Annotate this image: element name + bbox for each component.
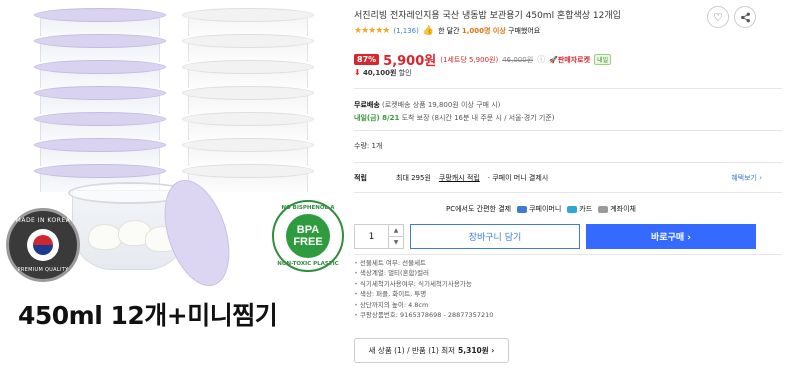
thumbs-up-icon: 👍 [422,26,435,36]
extra-discount-amount: 40,100원 [362,69,397,77]
quantity-stepper[interactable]: 1 ▲ ▼ [354,224,404,249]
free-shipping-row: 무료배송 (로켓배송 상품 19,800원 이상 구매 시) [354,100,500,110]
divider [354,88,782,89]
heart-icon: ♡ [713,10,723,24]
price-row: 87% 5,900원 (1세트당 5,900원) 46,000원 ⓘ 🚀판매자로… [354,50,612,69]
unit-price: (1세트당 5,900원) [440,55,499,64]
decrease-qty-button[interactable]: ▼ [389,237,403,248]
divider [354,192,782,193]
other-sellers-price: 5,310원 › [458,346,495,355]
wishlist-button[interactable]: ♡ [707,6,729,28]
spec-list: 선물세트 여부: 선물세트 색상계열: 멀티(혼합)컬러 식기세척기사용여부: … [354,258,493,320]
list-item: 색상계열: 멀티(혼합)컬러 [354,268,493,278]
rating-row: ★★★★★ (1,136) 👍 한 달간 1,000명 이상 구매했어요 [354,26,540,36]
purchase-count-text: 한 달간 1,000명 이상 구매했어요 [438,27,541,35]
extra-discount: ⬇ 40,100원 할인 [354,68,412,78]
badge-korea-bottom-text: PREMIUM QUALITY [17,267,69,273]
korea-flag-icon [27,229,59,261]
divider [354,254,782,255]
free-shipping-condition: (로켓배송 상품 19,800원 이상 구매 시) [382,101,501,109]
divider [354,162,782,163]
card-icon [567,205,578,213]
payment-label: PC에서도 간편한 결제 [446,205,512,213]
points-max: 최대 295원 [396,174,431,182]
benefits-link[interactable]: 혜택보기 › [731,173,762,183]
bpa-leaf-icon: BPA FREE [286,214,330,258]
review-count-link[interactable]: (1,136) [393,27,419,35]
increase-qty-button[interactable]: ▲ [389,225,403,237]
bpa-text: BPA [296,224,320,236]
star-rating: ★★★★★ [354,26,390,36]
divider [354,130,782,131]
delivery-cutoff: (8시간 16분 내 주문 시 / 서울⋅경기 기준) [431,114,555,122]
dumpling [88,224,122,250]
discount-badge: 87% [354,54,380,65]
rocket-label: 🚀판매자로켓 [549,55,591,64]
coupay-money-method: 쿠페이머니 [517,204,561,214]
list-item: 선물세트 여부: 선물세트 [354,258,493,268]
sale-price: 5,900원 [383,54,437,69]
white-container-stack [178,8,318,192]
bpa-free-badge: NO BISPHENOL-A BPA FREE NON-TOXIC PLASTI… [272,200,344,272]
tomorrow-tag: 내일 [594,54,612,65]
image-caption: 450ml 12개+미니찜기 [18,301,278,330]
other-sellers-label: 새 상품 (1) / 반품 (1) 최저 [368,346,456,355]
product-image: MADE IN KOREA PREMIUM QUALITY NO BISPHEN… [0,0,345,368]
other-sellers-button[interactable]: 새 상품 (1) / 반품 (1) 최저 5,310원 › [354,338,509,363]
free-text: FREE [293,236,323,248]
quantity-label: 수량: 1개 [354,142,383,150]
list-item: 색상: 퍼플, 화이트, 투명 [354,289,493,299]
made-in-korea-badge: MADE IN KOREA PREMIUM QUALITY [6,208,80,282]
share-button[interactable] [734,6,756,28]
info-icon[interactable]: ⓘ [537,54,545,65]
list-item: 식기세척기사용여부: 식기세척기사용가능 [354,279,493,289]
buy-now-button[interactable]: 바로구매 › [586,224,756,249]
payment-row: PC에서도 간편한 결제 쿠페이머니 카드 계좌이체 [446,204,636,214]
bank-icon [598,205,609,213]
bpa-bottom-text: NON-TOXIC PLASTIC [277,261,339,267]
points-label: 적립 [354,174,367,182]
delivery-date: 내일(금) 8/21 [354,114,400,122]
add-to-cart-button[interactable]: 장바구니 담기 [410,224,580,249]
coupang-cash-link[interactable]: 쿠팡캐시 적립 [439,173,480,183]
coupay-icon [517,205,528,213]
bank-transfer-method: 계좌이체 [598,204,636,214]
card-method: 카드 [567,204,592,214]
delivery-guarantee: 도착 보장 [401,114,430,122]
coupay-text: · 쿠페이 머니 결제시 [487,174,549,182]
list-item: 쿠팡상품번호: 9165378698 - 28877357210 [354,310,493,320]
share-icon [740,12,750,22]
purple-container-stack [30,8,170,192]
extra-discount-label: 할인 [398,69,412,77]
bpa-top-text: NO BISPHENOL-A [281,205,335,211]
delivery-eta-row: 내일(금) 8/21 도착 보장 (8시간 16분 내 주문 시 / 서울⋅경기… [354,113,555,123]
list-item: 상단까지의 높이: 4.8cm [354,300,493,310]
quantity-input[interactable]: 1 [355,225,389,248]
points-row: 적립 최대 295원 쿠팡캐시 적립 · 쿠페이 머니 결제시 혜택보기 › [354,173,782,183]
product-info-panel: 서진리빙 전자레인지용 국산 냉동밥 보관용기 450ml 혼합색상 12개입 … [354,0,800,368]
product-title: 서진리빙 전자레인지용 국산 냉동밥 보관용기 450ml 혼합색상 12개입 [354,11,621,21]
badge-korea-top-text: MADE IN KOREA [15,217,71,224]
free-shipping-label: 무료배송 [354,101,380,109]
down-arrow-icon: ⬇ [354,68,361,77]
original-price: 46,000원 [502,55,534,64]
